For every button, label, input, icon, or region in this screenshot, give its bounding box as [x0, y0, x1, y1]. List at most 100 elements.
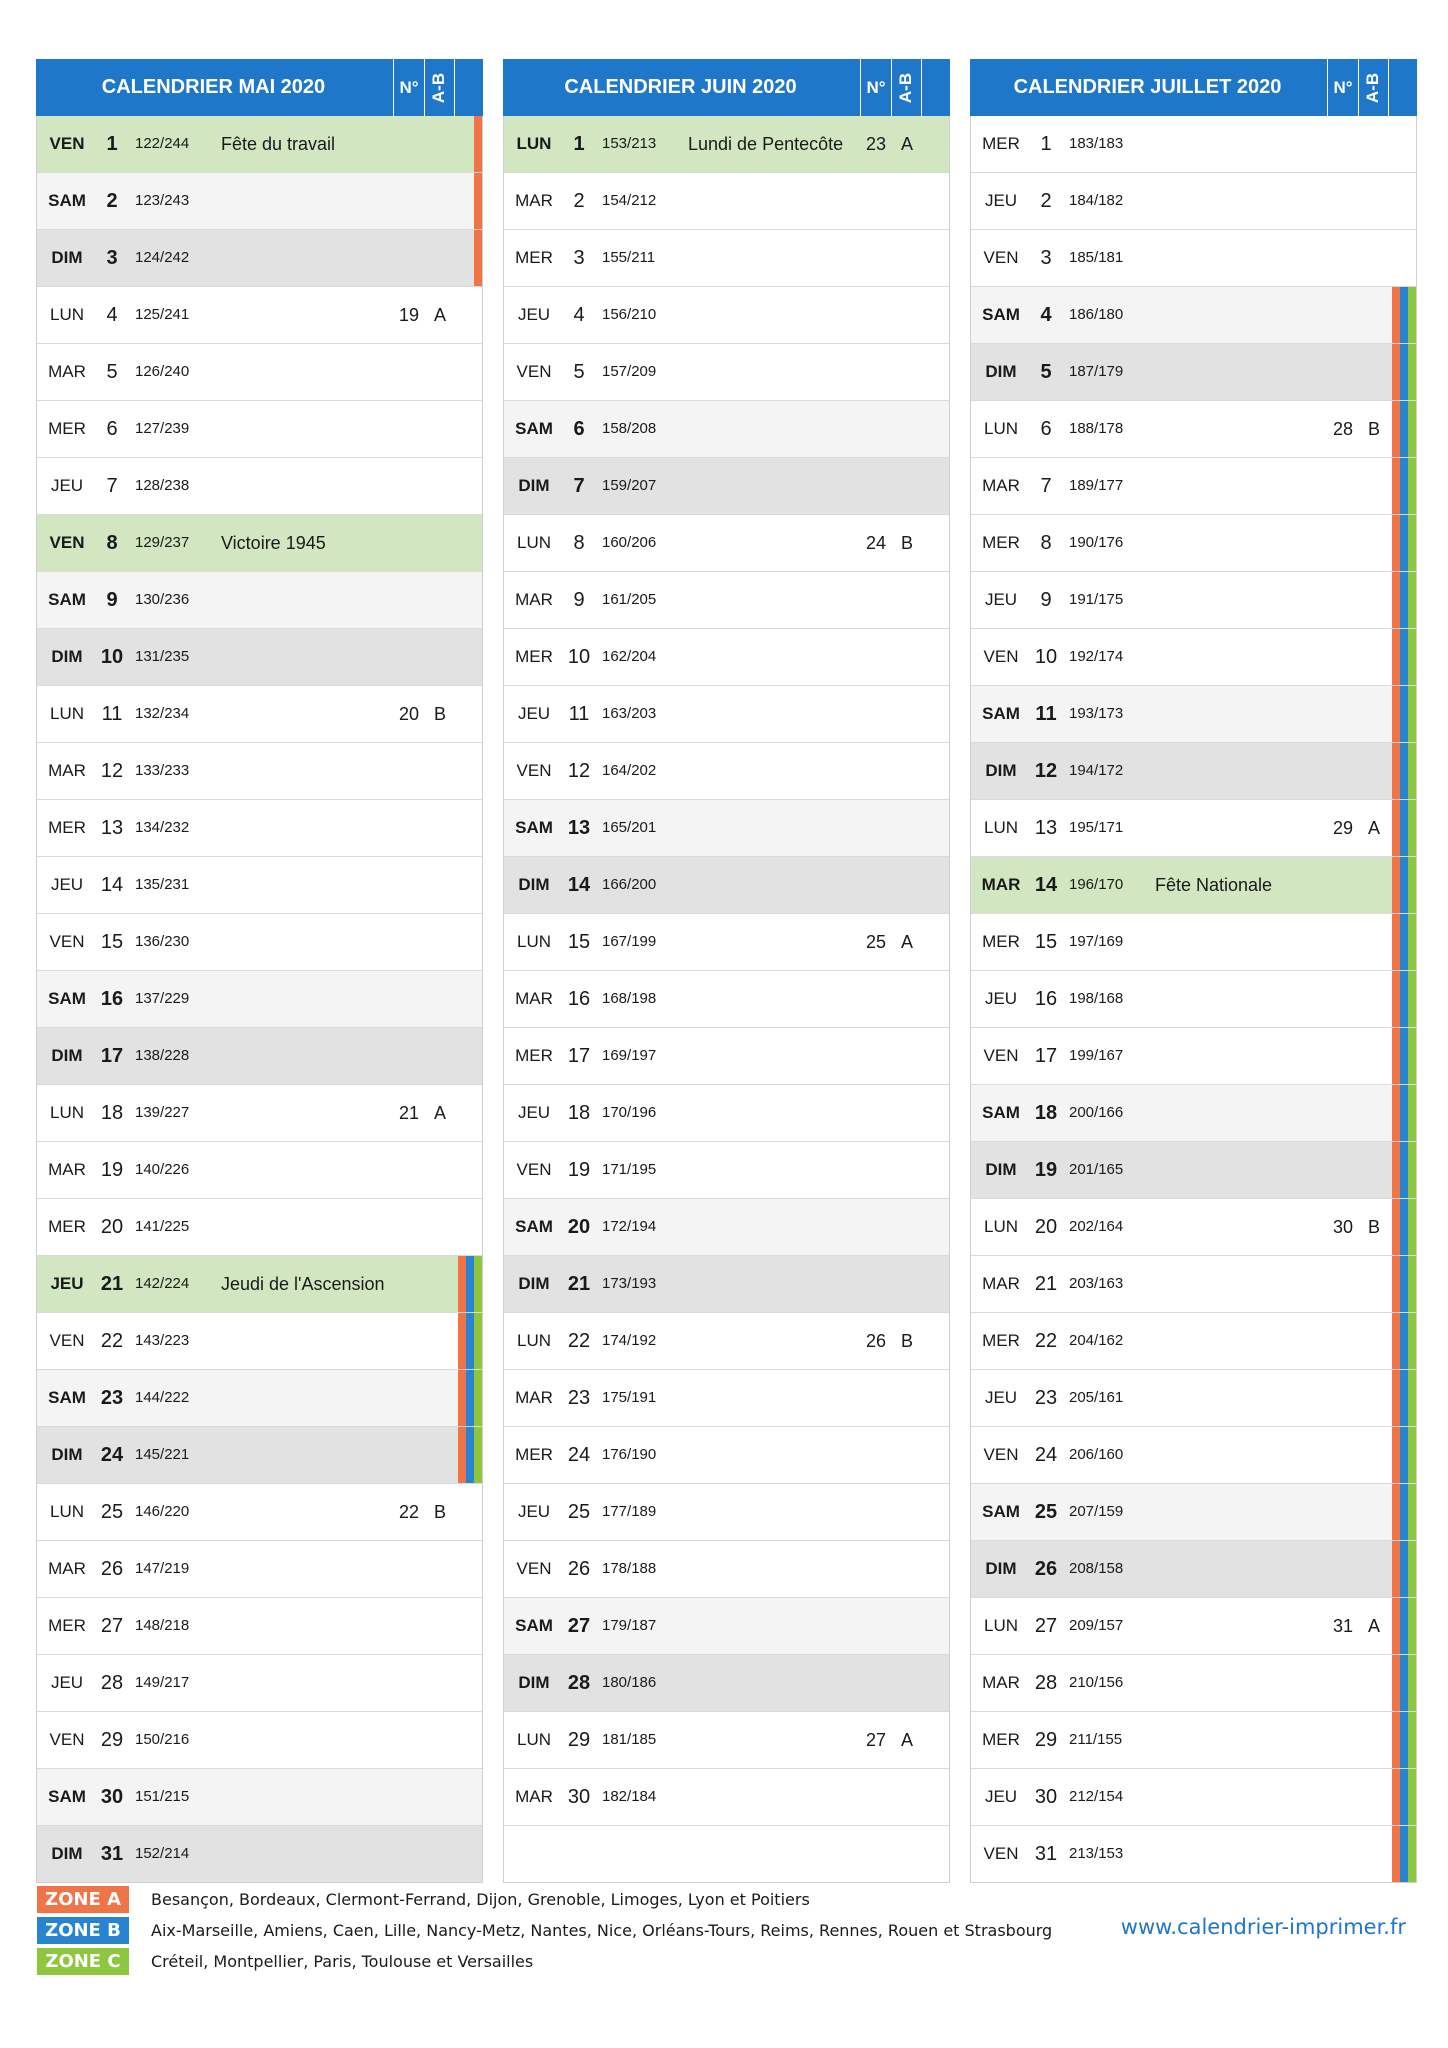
zone-c-vacation-marker — [1408, 1427, 1416, 1483]
day-number: 25 — [1034, 1501, 1058, 1523]
zone-badge: ZONE C — [37, 1948, 129, 1975]
day-row: SAM 4 186/180 — [971, 287, 1416, 344]
day-of-year: 182/184 — [602, 1788, 657, 1805]
zone-c-vacation-marker — [1408, 1826, 1416, 1882]
zone-c-vacation-marker — [1408, 1199, 1416, 1255]
day-row: SAM 20 172/194 — [504, 1199, 949, 1256]
vacation-zones — [1392, 1370, 1416, 1426]
week-ab: A — [433, 305, 446, 325]
week-number: 30 — [1332, 1217, 1354, 1237]
day-of-year: 212/154 — [1069, 1788, 1124, 1805]
day-of-year: 209/157 — [1069, 1617, 1124, 1634]
week-number: 24 — [865, 533, 887, 553]
day-number: 18 — [567, 1102, 591, 1124]
day-of-week: MAR — [515, 989, 553, 1008]
day-row: SAM 2 123/243 — [37, 173, 482, 230]
day-number: 21 — [1034, 1273, 1058, 1295]
day-of-week: MER — [48, 419, 86, 438]
day-number: 20 — [1034, 1216, 1058, 1238]
day-of-year: 178/188 — [602, 1560, 657, 1577]
day-row: SAM 27 179/187 — [504, 1598, 949, 1655]
day-row: LUN 11 132/234 20 B — [37, 686, 482, 743]
zone-c-vacation-marker — [1408, 1541, 1416, 1597]
day-number: 29 — [1034, 1729, 1058, 1751]
day-of-year: 204/162 — [1069, 1332, 1124, 1349]
week-ab-header: A-B — [424, 59, 455, 116]
day-row: JEU 21 142/224 Jeudi de l'Ascension — [37, 1256, 482, 1313]
zone-a-vacation-marker — [474, 173, 482, 229]
day-number: 3 — [106, 247, 118, 269]
zone-b-vacation-marker — [466, 1313, 474, 1369]
zone-c-vacation-marker — [1408, 1256, 1416, 1312]
day-number: 13 — [1034, 817, 1058, 839]
week-number: 22 — [398, 1502, 420, 1522]
day-of-year: 191/175 — [1069, 591, 1124, 608]
day-of-week: JEU — [984, 191, 1018, 210]
day-of-week: LUN — [49, 305, 84, 324]
zone-c-vacation-marker — [1408, 458, 1416, 514]
days-list: LUN 1 153/213 Lundi de Pentecôte 23 A MAR 2 154/… — [503, 116, 950, 1883]
day-number: 26 — [1034, 1558, 1058, 1580]
zone-b-vacation-marker — [1400, 1598, 1408, 1654]
day-of-year: 200/166 — [1069, 1104, 1124, 1121]
day-of-year: 158/208 — [602, 420, 657, 437]
day-number: 2 — [1040, 190, 1052, 212]
day-row: MER 13 134/232 — [37, 800, 482, 857]
day-of-year: 131/235 — [135, 648, 190, 665]
day-of-week: VEN — [516, 362, 552, 381]
day-row: MAR 26 147/219 — [37, 1541, 482, 1598]
day-of-week: SAM — [982, 305, 1020, 324]
zone-a-vacation-marker — [1392, 743, 1400, 799]
day-row: VEN 24 206/160 — [971, 1427, 1416, 1484]
day-number: 6 — [106, 418, 118, 440]
days-list: MER 1 183/183 JEU 2 184/182 VEN 3 185/181 SAM 4 186… — [970, 116, 1417, 1883]
day-number: 24 — [1034, 1444, 1058, 1466]
day-of-week: MAR — [982, 476, 1020, 495]
day-row: SAM 13 165/201 — [504, 800, 949, 857]
week-ab-header: A-B — [891, 59, 922, 116]
day-row: MAR 7 189/177 — [971, 458, 1416, 515]
day-of-week: MER — [48, 1616, 86, 1635]
day-of-year: 144/222 — [135, 1389, 190, 1406]
day-of-week: MER — [982, 1331, 1020, 1350]
day-number: 30 — [567, 1786, 591, 1808]
vacation-zones — [1392, 1484, 1416, 1540]
day-number: 15 — [1034, 931, 1058, 953]
day-row: MAR 5 126/240 — [37, 344, 482, 401]
day-of-year: 188/178 — [1069, 420, 1124, 437]
day-of-week: MAR — [515, 1787, 553, 1806]
day-number: 13 — [100, 817, 124, 839]
day-of-year: 173/193 — [602, 1275, 657, 1292]
zone-b-vacation-marker — [1400, 1028, 1408, 1084]
day-number: 5 — [573, 361, 585, 383]
day-of-year: 147/219 — [135, 1560, 190, 1577]
zone-a-vacation-marker — [1392, 914, 1400, 970]
day-of-year: 148/218 — [135, 1617, 190, 1634]
zone-c-vacation-marker — [1408, 800, 1416, 856]
day-of-year: 125/241 — [135, 306, 190, 323]
day-of-year: 159/207 — [602, 477, 657, 494]
day-of-week: LUN — [516, 134, 552, 153]
zone-b-vacation-marker — [1400, 1826, 1408, 1882]
day-of-year: 161/205 — [602, 591, 657, 608]
day-number: 16 — [1034, 988, 1058, 1010]
day-of-week: MAR — [982, 1673, 1020, 1692]
week-number-header: N° — [1327, 59, 1359, 116]
day-of-year: 140/226 — [135, 1161, 190, 1178]
day-row: JEU 7 128/238 — [37, 458, 482, 515]
day-of-week: SAM — [982, 1103, 1020, 1122]
zone-b-vacation-marker — [1400, 1484, 1408, 1540]
month-title: CALENDRIER MAI 2020 — [101, 76, 326, 98]
day-of-year: 139/227 — [135, 1104, 190, 1121]
day-of-week: VEN — [49, 932, 85, 951]
day-row: SAM 6 158/208 — [504, 401, 949, 458]
week-number: 26 — [865, 1331, 887, 1351]
day-of-week: DIM — [985, 761, 1017, 780]
day-number: 9 — [573, 589, 585, 611]
day-of-week: SAM — [48, 590, 86, 609]
website-link[interactable]: www.calendrier-imprimer.fr — [1121, 1915, 1406, 1939]
week-number: 28 — [1332, 419, 1354, 439]
zone-a-vacation-marker — [1392, 686, 1400, 742]
day-of-week: DIM — [985, 1559, 1017, 1578]
day-of-year: 179/187 — [602, 1617, 657, 1634]
